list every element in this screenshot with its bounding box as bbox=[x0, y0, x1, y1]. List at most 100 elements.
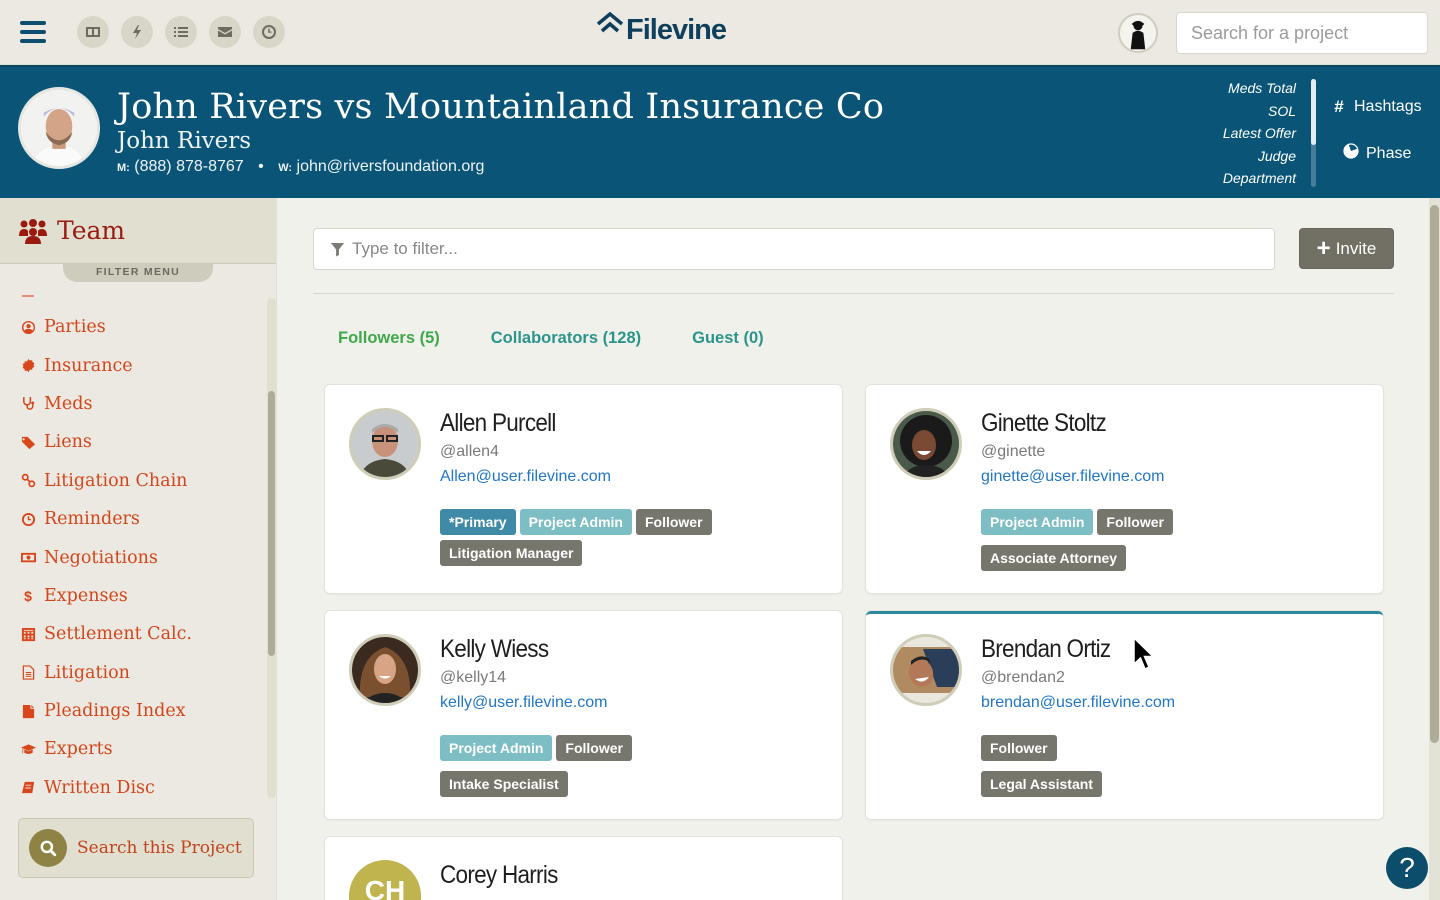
mobile-label: M: bbox=[117, 162, 130, 174]
filter-input[interactable] bbox=[352, 229, 1252, 269]
help-button[interactable]: ? bbox=[1386, 847, 1428, 889]
project-header: John Rivers vs Mountainland Insurance Co… bbox=[0, 65, 1440, 198]
badge-icon bbox=[20, 358, 36, 374]
field-department[interactable]: Department bbox=[1223, 167, 1296, 190]
sidebar-item-pleadings-index[interactable]: Pleadings Index bbox=[0, 692, 265, 730]
member-email[interactable]: ginette@user.filevine.com bbox=[981, 468, 1164, 486]
sidebar-item-litigation[interactable]: Litigation bbox=[0, 654, 265, 692]
member-email[interactable]: kelly@user.filevine.com bbox=[440, 694, 607, 712]
member-email[interactable]: brendan@user.filevine.com bbox=[981, 694, 1175, 712]
sidebar-item-label: Liens bbox=[44, 432, 92, 453]
sidebar-item-label: Insurance bbox=[44, 355, 133, 376]
main-scrollbar[interactable] bbox=[1429, 198, 1440, 900]
tag-role: Associate Attorney bbox=[981, 545, 1127, 571]
header-fields-scrollbar[interactable] bbox=[1311, 79, 1316, 187]
sidebar-item-label: Litigation Chain bbox=[44, 470, 188, 491]
member-card[interactable]: Ginette Stoltz @ginette ginette@user.fil… bbox=[866, 385, 1383, 593]
sidebar-item-expenses[interactable]: $ Expenses bbox=[0, 577, 265, 615]
sidebar-item-written-disc[interactable]: Written Disc bbox=[0, 769, 265, 807]
logo-chevron-icon bbox=[596, 12, 624, 33]
hamburger-icon[interactable] bbox=[20, 21, 46, 43]
field-latest-offer[interactable]: Latest Offer bbox=[1223, 122, 1296, 145]
field-meds-total[interactable]: Meds Total bbox=[1223, 77, 1296, 100]
collapse-dash[interactable] bbox=[22, 295, 34, 297]
filevine-logo[interactable]: Filevine bbox=[596, 12, 727, 48]
client-contact: M: (888) 878-8767 • W: john@riversfounda… bbox=[117, 158, 484, 176]
sidebar-item-label: Pleadings Index bbox=[44, 701, 186, 722]
member-card[interactable]: Kelly Wiess @kelly14 kelly@user.filevine… bbox=[325, 611, 842, 819]
member-avatar bbox=[349, 408, 421, 480]
member-card[interactable]: Brendan Ortiz @brendan2 brendan@user.fil… bbox=[866, 611, 1383, 819]
sidebar-item-settlement-calc[interactable]: Settlement Calc. bbox=[0, 615, 265, 653]
user-circle-icon bbox=[20, 319, 36, 335]
tag-role: Intake Specialist bbox=[440, 771, 568, 797]
work-label: W: bbox=[278, 162, 293, 174]
member-avatar bbox=[349, 634, 421, 706]
project-title: John Rivers vs Mountainland Insurance Co bbox=[117, 87, 885, 127]
invite-button[interactable]: + Invite bbox=[1299, 228, 1394, 269]
sidebar-item-insurance[interactable]: Insurance bbox=[0, 346, 265, 384]
client-phone[interactable]: (888) 878-8767 bbox=[134, 158, 243, 175]
tag-project-admin: Project Admin bbox=[981, 509, 1094, 535]
client-name: John Rivers bbox=[117, 128, 252, 154]
member-card[interactable]: CH Corey Harris bbox=[325, 837, 842, 900]
tag-follower: Follower bbox=[1097, 509, 1173, 535]
tab-guest[interactable]: Guest (0) bbox=[692, 329, 764, 348]
tab-followers[interactable]: Followers (5) bbox=[338, 329, 440, 348]
list-icon[interactable] bbox=[165, 16, 197, 48]
sidebar-header: Team bbox=[0, 198, 276, 264]
hashtag-icon: # bbox=[1334, 97, 1344, 116]
member-handle: @kelly14 bbox=[440, 669, 507, 686]
hashtags-label: Hashtags bbox=[1354, 98, 1422, 115]
sidebar-item-meds[interactable]: Meds bbox=[0, 385, 265, 423]
tag-primary: *Primary bbox=[440, 509, 516, 535]
sidebar-item-parties[interactable]: Parties bbox=[0, 308, 265, 346]
search-this-project-button[interactable]: Search this Project bbox=[18, 818, 254, 878]
sidebar-item-label: Meds bbox=[44, 393, 93, 414]
phase-button[interactable]: Phase bbox=[1342, 143, 1422, 164]
phase-label: Phase bbox=[1366, 144, 1412, 162]
lightning-icon[interactable] bbox=[121, 16, 153, 48]
member-avatar-initials: CH bbox=[349, 860, 421, 900]
document-icon bbox=[20, 665, 36, 681]
sidebar-item-negotiations[interactable]: Negotiations bbox=[0, 538, 265, 576]
tab-collaborators[interactable]: Collaborators (128) bbox=[491, 329, 641, 348]
search-icon bbox=[29, 829, 67, 867]
member-handle: @ginette bbox=[981, 443, 1046, 460]
sidebar-item-label: Settlement Calc. bbox=[44, 624, 192, 645]
field-judge[interactable]: Judge bbox=[1223, 145, 1296, 168]
member-tabs: Followers (5) Collaborators (128) Guest … bbox=[338, 329, 815, 348]
hashtags-button[interactable]: # Hashtags bbox=[1330, 97, 1422, 117]
project-search-input[interactable] bbox=[1176, 12, 1428, 54]
client-email[interactable]: john@riversfoundation.org bbox=[297, 158, 485, 175]
member-email[interactable]: Allen@user.filevine.com bbox=[440, 468, 611, 486]
client-avatar[interactable] bbox=[18, 87, 100, 169]
layout-icon[interactable] bbox=[77, 16, 109, 48]
member-card[interactable]: Allen Purcell @allen4 Allen@user.filevin… bbox=[325, 385, 842, 593]
tag-follower: Follower bbox=[635, 509, 712, 535]
tag-project-admin: Project Admin bbox=[519, 509, 632, 535]
sidebar-item-label: Experts bbox=[44, 739, 113, 760]
filter-menu-toggle[interactable]: FILTER MENU bbox=[63, 264, 213, 282]
user-avatar[interactable] bbox=[1118, 13, 1158, 53]
sidebar-item-litigation-chain[interactable]: Litigation Chain bbox=[0, 462, 265, 500]
sidebar-item-label: Written Disc bbox=[44, 777, 155, 798]
member-name: Ginette Stoltz bbox=[981, 409, 1107, 437]
sidebar-item-label: Expenses bbox=[44, 585, 128, 606]
mail-icon[interactable] bbox=[209, 16, 241, 48]
sidebar-nav: Parties Insurance Meds Liens Litigation … bbox=[0, 308, 265, 807]
logo-text: Filevine bbox=[626, 14, 727, 46]
clock-icon[interactable] bbox=[253, 16, 285, 48]
field-sol[interactable]: SOL bbox=[1223, 100, 1296, 123]
sidebar-item-liens[interactable]: Liens bbox=[0, 423, 265, 461]
member-name: Kelly Wiess bbox=[440, 635, 549, 663]
sidebar-scrollbar[interactable] bbox=[267, 298, 276, 798]
tag-project-admin: Project Admin bbox=[440, 735, 553, 761]
clock-icon bbox=[20, 511, 36, 527]
tag-role: Legal Assistant bbox=[981, 771, 1102, 797]
sidebar-item-reminders[interactable]: Reminders bbox=[0, 500, 265, 538]
dollar-icon: $ bbox=[24, 587, 32, 604]
sidebar-item-experts[interactable]: Experts bbox=[0, 730, 265, 768]
divider bbox=[313, 293, 1394, 294]
header-actions: # Hashtags Phase bbox=[1330, 97, 1422, 190]
